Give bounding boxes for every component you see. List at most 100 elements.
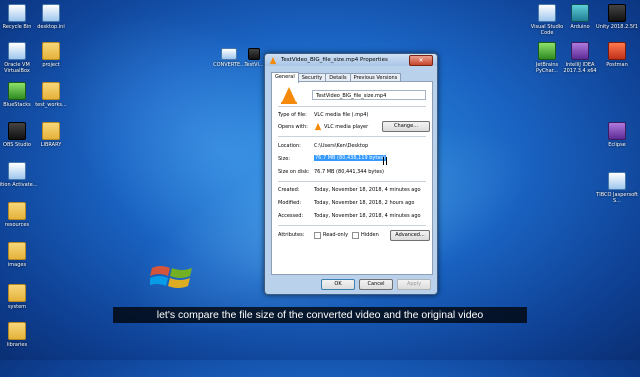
ini-file-icon [42, 4, 60, 22]
created-label: Created: [278, 187, 300, 193]
attributes-label: Attributes: [278, 232, 305, 238]
desktop-icon-label: JetBrains PyChar... [535, 62, 559, 74]
video-file-icon [248, 48, 260, 60]
modified-label: Modified: [278, 200, 302, 206]
desktop-icon-label: test_works... [35, 102, 67, 108]
size-on-disk-value: 76.7 MB (80,441,344 bytes) [314, 169, 384, 175]
desktop-icon[interactable]: libraries [0, 322, 38, 348]
divider [278, 106, 426, 107]
opens-with-value: VLC media player [324, 124, 369, 130]
advanced-button[interactable]: Advanced... [390, 230, 430, 241]
desktop-icon-label: TestVi... [244, 62, 264, 68]
divider [278, 136, 426, 137]
folder-icon [8, 242, 26, 260]
desktop-icon[interactable]: images [0, 242, 38, 268]
desktop-icon[interactable]: Postman [596, 42, 638, 68]
obs-icon [8, 122, 26, 140]
divider [278, 181, 426, 182]
type-value: VLC media file (.mp4) [314, 112, 369, 118]
desktop-icon-label: Oracle VM VirtualBox [4, 62, 30, 74]
bluestacks-icon [8, 82, 26, 100]
desktop-icon-label: project [42, 62, 60, 68]
desktop-icon[interactable]: Arduino [559, 4, 601, 30]
folder-icon [8, 202, 26, 220]
postman-icon [608, 42, 626, 60]
desktop-icon-test-video[interactable]: TestVi... [242, 48, 266, 68]
desktop-icon-label: libraries [6, 342, 28, 348]
created-value: Today, November 18, 2018, 4 minutes ago [314, 187, 421, 193]
desktop-icon-label: Sition Activate... [0, 182, 38, 188]
eclipse-icon [608, 122, 626, 140]
unity-icon [608, 4, 626, 22]
desktop-icon-label: LIBRARY [40, 142, 62, 148]
desktop-icon[interactable]: Sition Activate... [0, 162, 38, 188]
accessed-value: Today, November 18, 2018, 4 minutes ago [314, 213, 421, 219]
folder-icon [42, 82, 60, 100]
folder-icon [8, 284, 26, 302]
desktop-icon[interactable]: resources [0, 202, 38, 228]
desktop-icon[interactable]: TIBCO Jaspersoft S... [596, 172, 638, 204]
vscode-icon [538, 4, 556, 22]
desktop-icon-label: system [7, 304, 27, 310]
desktop-icon-label: BlueStacks [3, 102, 31, 108]
desktop-icon[interactable]: project [30, 42, 72, 68]
folder-icon [42, 122, 60, 140]
vlc-file-icon [281, 87, 297, 104]
size-value[interactable]: 76.7 MB (80,438,119 bytes) [314, 155, 386, 161]
hidden-checkbox[interactable] [352, 232, 359, 239]
desktop-icon-label: desktop.ini [37, 24, 65, 30]
desktop-icon-label: Eclipse [608, 142, 626, 148]
desktop-icon[interactable]: system [0, 284, 38, 310]
folder-icon [8, 322, 26, 340]
cancel-button[interactable]: Cancel [359, 279, 393, 290]
desktop-icon[interactable]: test_works... [30, 82, 72, 108]
desktop-icon-label: OBS Studio [3, 142, 31, 148]
general-panel: TestVideo_BIG_file_size.mp4 Type of file… [271, 81, 433, 275]
desktop-icon-label: IntelliJ IDEA 2017.3.4 x64 [563, 62, 597, 74]
text-cursor-icon [383, 157, 387, 165]
hidden-label: Hidden [361, 232, 379, 238]
recycle-bin-icon [8, 4, 26, 22]
opens-with-label: Opens with: [278, 124, 308, 130]
desktop-icon[interactable]: IntelliJ IDEA 2017.3.4 x64 [559, 42, 601, 74]
properties-dialog: TestVideo_BIG_file_size.mp4 Properties ✕… [264, 53, 438, 295]
video-file-icon [221, 48, 237, 60]
divider [278, 225, 426, 226]
readonly-label: Read-only [323, 232, 349, 238]
filename-field[interactable]: TestVideo_BIG_file_size.mp4 [312, 90, 426, 100]
dialog-titlebar[interactable]: TestVideo_BIG_file_size.mp4 Properties ✕ [265, 54, 437, 66]
modified-value: Today, November 18, 2018, 2 hours ago [314, 200, 415, 206]
apply-button[interactable]: Apply [397, 279, 431, 290]
desktop-icon-label: Arduino [570, 24, 590, 30]
type-label: Type of file: [278, 112, 307, 118]
virtualbox-icon [8, 42, 26, 60]
desktop-icon[interactable]: desktop.ini [30, 4, 72, 30]
location-value: C:\Users\Ken\Desktop [314, 143, 369, 149]
ok-button[interactable]: OK [321, 279, 355, 290]
jaspersoft-icon [608, 172, 626, 190]
windows-logo-icon [150, 266, 192, 288]
vlc-icon [314, 122, 322, 131]
dialog-title: TestVideo_BIG_file_size.mp4 Properties [281, 57, 388, 63]
intellij-icon [571, 42, 589, 60]
vlc-icon [269, 56, 277, 65]
desktop-icon[interactable]: Unity 2018.2.5f1 [596, 4, 638, 30]
desktop-icon-label: CONVERTE... [213, 62, 245, 68]
desktop-icon[interactable]: Eclipse [596, 122, 638, 148]
size-on-disk-label: Size on disk: [278, 169, 310, 175]
arduino-icon [571, 4, 589, 22]
folder-icon [42, 42, 60, 60]
accessed-label: Accessed: [278, 213, 304, 219]
change-button[interactable]: Change... [382, 121, 430, 132]
desktop-icon-label: images [7, 262, 27, 268]
desktop-icon-label: Postman [606, 62, 628, 68]
pycharm-icon [538, 42, 556, 60]
close-button[interactable]: ✕ [409, 55, 433, 66]
desktop-icon-label: TIBCO Jaspersoft S... [596, 192, 638, 204]
tab-general[interactable]: General [271, 72, 299, 83]
desktop-icon[interactable]: LIBRARY [30, 122, 72, 148]
desktop-icon-label: resources [4, 222, 30, 228]
readonly-checkbox[interactable] [314, 232, 321, 239]
app-icon [8, 162, 26, 180]
desktop-icon-label: Unity 2018.2.5f1 [596, 24, 638, 30]
